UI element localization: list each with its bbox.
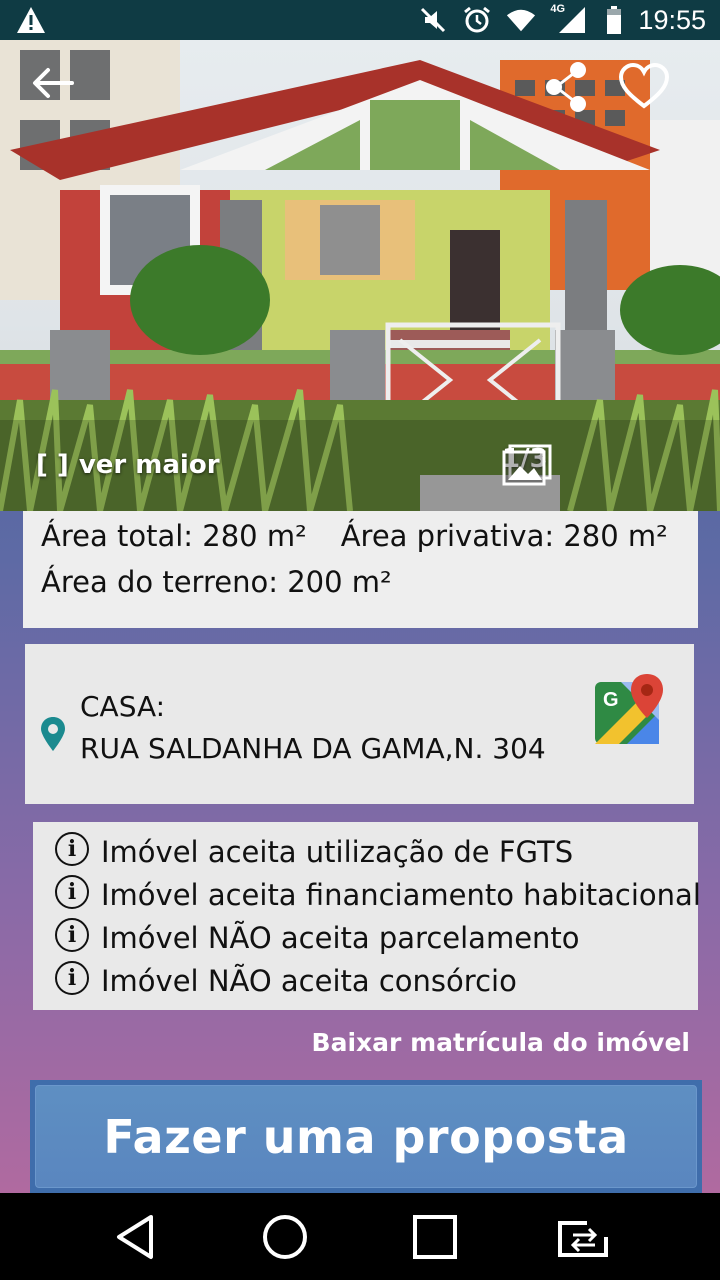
property-photo[interactable]: [ ] ver maior 1/3 bbox=[0, 40, 720, 511]
photo-counter[interactable]: 1/3 bbox=[502, 444, 552, 486]
square-recents-icon bbox=[413, 1214, 457, 1259]
nav-back-button[interactable] bbox=[105, 1207, 165, 1267]
expand-icon: [ ] bbox=[36, 450, 69, 480]
screen-switch-icon bbox=[558, 1218, 611, 1257]
info-icon: i bbox=[55, 960, 89, 995]
mute-icon bbox=[418, 5, 448, 35]
info-item: i Imóvel aceita utilização de FGTS bbox=[55, 830, 698, 873]
info-item-label: Imóvel NÃO aceita consórcio bbox=[101, 963, 517, 998]
proposal-button-container: Fazer uma proposta bbox=[30, 1080, 702, 1193]
back-arrow-icon bbox=[33, 68, 74, 98]
favorite-button[interactable] bbox=[618, 62, 672, 112]
circle-home-icon bbox=[263, 1214, 307, 1259]
info-icon: i bbox=[55, 874, 89, 909]
nav-home-button[interactable] bbox=[255, 1207, 315, 1267]
share-icon bbox=[546, 62, 586, 112]
battery-icon bbox=[604, 5, 624, 35]
info-item-label: Imóvel aceita utilização de FGTS bbox=[101, 834, 574, 869]
street-address: RUA SALDANHA DA GAMA,N. 304 bbox=[80, 732, 546, 765]
nav-switch-button[interactable] bbox=[555, 1207, 615, 1267]
info-item-label: Imóvel aceita financiamento habitacional bbox=[101, 877, 701, 912]
info-item-label: Imóvel NÃO aceita parcelamento bbox=[101, 920, 580, 955]
gallery-icon bbox=[502, 444, 552, 486]
house-illustration bbox=[0, 40, 720, 511]
address-text: CASA: RUA SALDANHA DA GAMA,N. 304 bbox=[80, 686, 546, 770]
heart-icon bbox=[618, 62, 670, 109]
warning-icon bbox=[16, 5, 46, 35]
nav-recents-button[interactable] bbox=[405, 1207, 465, 1267]
alarm-icon bbox=[462, 5, 492, 35]
address-card[interactable]: CASA: RUA SALDANHA DA GAMA,N. 304 G bbox=[25, 644, 694, 804]
content-area: [ ] ver maior 1/3 Área total: 280 m²Área… bbox=[0, 40, 720, 1193]
area-row: Área total: 280 m² Área privativa: 280 m² bbox=[41, 513, 680, 559]
view-larger-label: ver maior bbox=[78, 450, 220, 480]
navigation-bar bbox=[0, 1193, 720, 1280]
google-maps-icon[interactable]: G bbox=[593, 672, 669, 748]
view-larger-link[interactable]: [ ] ver maior bbox=[36, 450, 220, 480]
info-icon: i bbox=[55, 917, 89, 952]
location-pin-icon bbox=[41, 717, 65, 751]
make-proposal-button[interactable]: Fazer uma proposta bbox=[35, 1085, 697, 1188]
back-button[interactable] bbox=[30, 66, 84, 112]
download-registration-link[interactable]: Baixar matrícula do imóvel bbox=[312, 1028, 690, 1057]
payment-info-card: i Imóvel aceita utilização de FGTS i Imó… bbox=[33, 822, 701, 1010]
network-type: 4G bbox=[550, 3, 566, 15]
svg-text:G: G bbox=[603, 689, 619, 711]
land-area: Área do terreno: 200 m² bbox=[41, 565, 392, 599]
signal-icon: 4G bbox=[550, 3, 590, 35]
info-icon: i bbox=[55, 831, 89, 866]
clock: 19:55 bbox=[638, 4, 706, 35]
triangle-back-icon bbox=[117, 1214, 153, 1259]
info-item: i Imóvel NÃO aceita consórcio bbox=[55, 959, 698, 1002]
wifi-icon bbox=[506, 5, 536, 35]
info-item: i Imóvel aceita financiamento habitacion… bbox=[55, 873, 701, 916]
property-type: CASA: bbox=[80, 690, 166, 723]
status-bar: 4G 19:55 bbox=[0, 0, 720, 40]
private-area: Área privativa: 280 m² bbox=[340, 519, 668, 553]
area-card: Área total: 280 m² Área privativa: 280 m²… bbox=[23, 511, 698, 628]
share-button[interactable] bbox=[540, 60, 594, 114]
info-item: i Imóvel NÃO aceita parcelamento bbox=[55, 916, 698, 959]
total-area: Área total: 280 m² bbox=[41, 519, 307, 553]
